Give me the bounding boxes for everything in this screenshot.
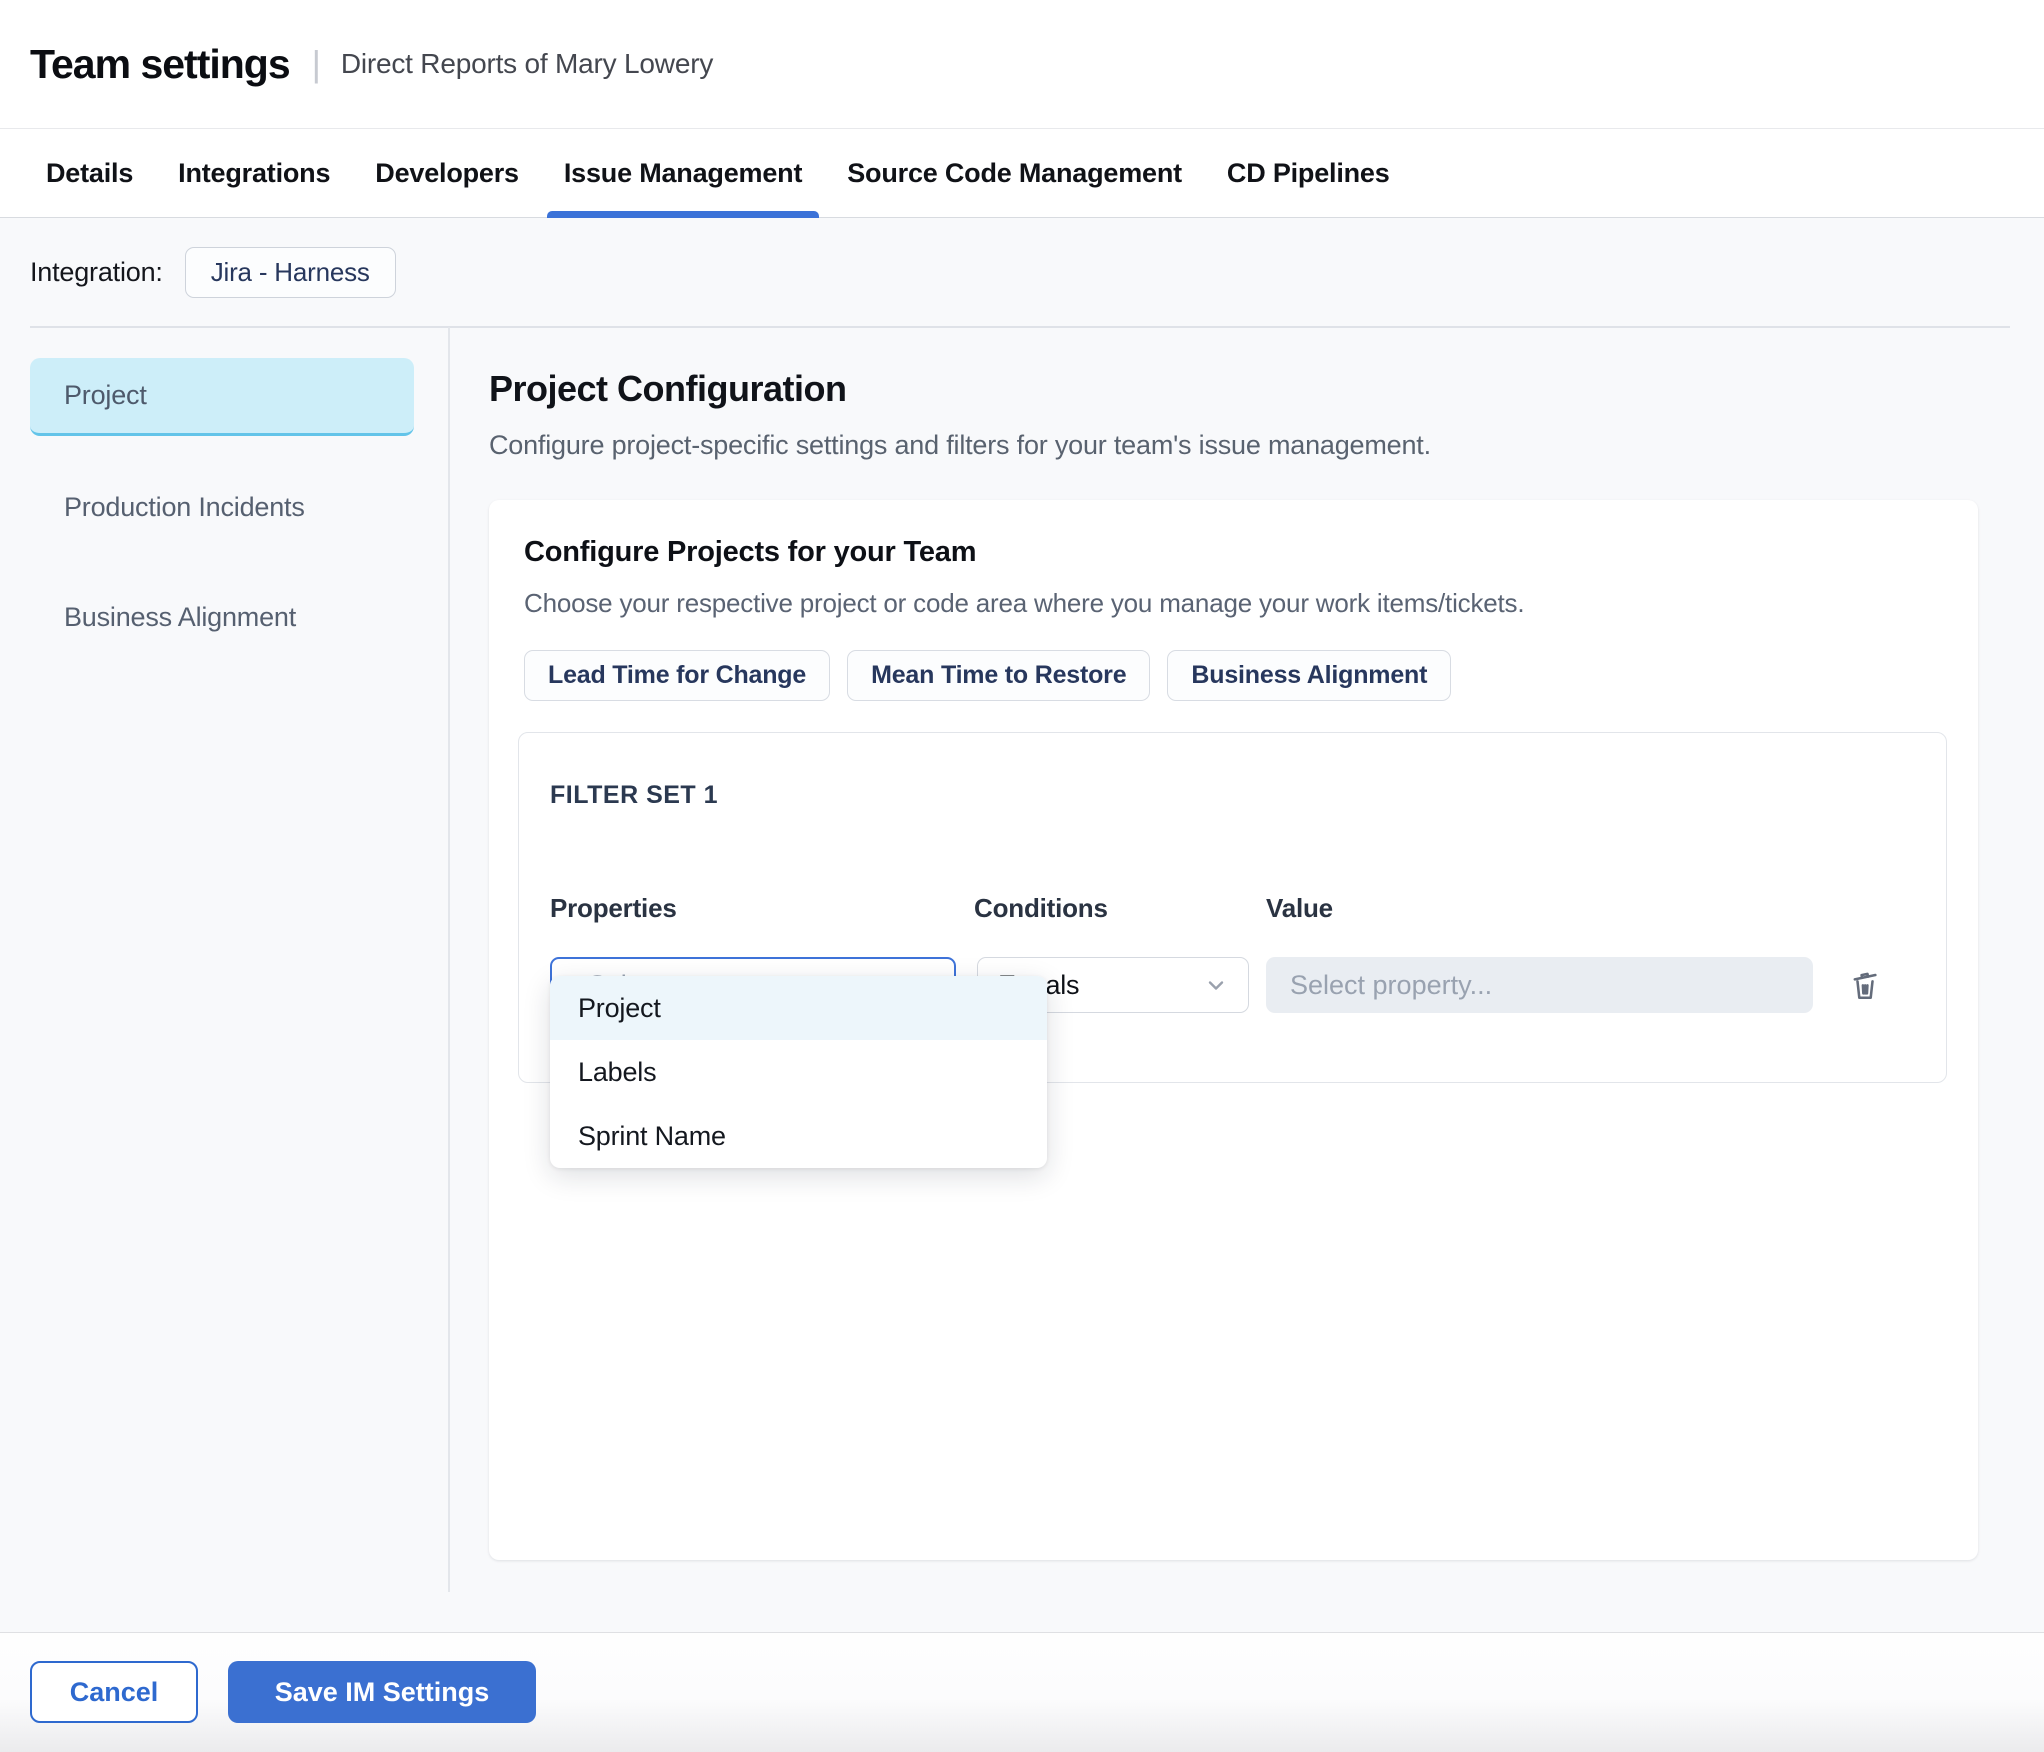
cancel-button[interactable]: Cancel [30,1661,198,1723]
chip-lead-time-for-change[interactable]: Lead Time for Change [524,650,831,701]
sidebar-item-project[interactable]: Project [30,358,414,436]
dropdown-option-labels[interactable]: Labels [550,1040,1047,1104]
column-label-value: Value [1266,893,1333,923]
tab-source-code-management[interactable]: Source Code Management [831,129,1198,217]
column-label-conditions: Conditions [974,893,1108,923]
sidebar-divider [448,327,450,1592]
section-description: Configure project-specific settings and … [489,430,1431,460]
settings-sidebar: Project Production Incidents Business Al… [30,358,414,688]
tab-bar: Details Integrations Developers Issue Ma… [0,128,2044,218]
card-description: Choose your respective project or code a… [524,588,1525,618]
footer-action-bar: Cancel Save IM Settings [0,1632,2044,1752]
tab-label: Source Code Management [847,157,1182,188]
delete-filter-button[interactable] [1841,961,1889,1009]
tab-label: Developers [375,157,519,188]
sidebar-item-production-incidents[interactable]: Production Incidents [30,468,414,546]
integration-label: Integration: [30,257,163,287]
tab-label: Details [46,157,134,188]
filter-set-title: FILTER SET 1 [550,781,719,809]
tab-label: Integrations [178,157,331,188]
dropdown-option-project[interactable]: Project [550,976,1047,1040]
page-header: Team settings | Direct Reports of Mary L… [0,0,2044,128]
active-tab-underline [546,211,820,218]
chip-business-alignment[interactable]: Business Alignment [1167,650,1452,701]
sidebar-item-business-alignment[interactable]: Business Alignment [30,578,414,656]
card-title: Configure Projects for your Team [524,536,977,568]
tab-developers[interactable]: Developers [359,129,535,217]
integration-chip[interactable]: Jira - Harness [184,247,396,298]
title-separator: | [311,43,321,84]
integration-divider [30,326,2010,328]
tab-cd-pipelines[interactable]: CD Pipelines [1211,129,1406,217]
tab-label: CD Pipelines [1226,157,1390,188]
dropdown-option-sprint-name[interactable]: Sprint Name [550,1104,1047,1168]
integration-bar: Integration: Jira - Harness [0,219,2044,326]
trash-icon [1853,972,1877,1000]
metric-chips: Lead Time for Change Mean Time to Restor… [524,650,1452,701]
tab-label: Issue Management [563,157,803,188]
page-subtitle: Direct Reports of Mary Lowery [340,48,714,79]
team-settings-page: Team settings | Direct Reports of Mary L… [0,0,2044,1752]
chip-mean-time-to-restore[interactable]: Mean Time to Restore [847,650,1151,701]
value-input[interactable] [1266,957,1813,1013]
tab-integrations[interactable]: Integrations [162,129,346,217]
properties-dropdown-menu: Project Labels Sprint Name [550,976,1047,1168]
chevron-down-icon [1208,981,1224,990]
column-label-properties: Properties [550,893,677,923]
section-title: Project Configuration [489,368,847,409]
tab-details[interactable]: Details [30,129,149,217]
save-im-settings-button[interactable]: Save IM Settings [228,1661,536,1723]
page-title: Team settings [30,40,291,87]
tab-issue-management[interactable]: Issue Management [546,129,820,218]
